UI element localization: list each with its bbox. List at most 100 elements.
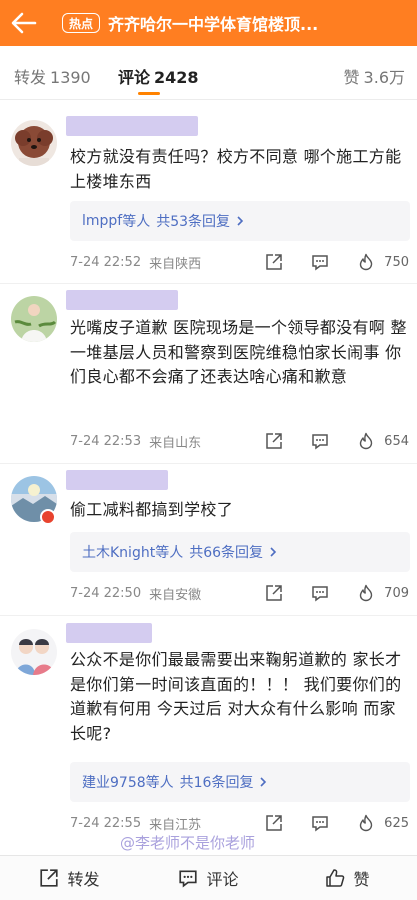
- tab-like[interactable]: 赞 3.6万: [344, 64, 405, 88]
- back-button[interactable]: [0, 0, 48, 46]
- username-redacted[interactable]: [66, 623, 152, 643]
- like-button[interactable]: [352, 252, 380, 272]
- tab-comment-count: 2428: [154, 68, 199, 87]
- watermark: @李老师不是你老师: [120, 834, 256, 852]
- hot-badge: 热点: [62, 13, 101, 33]
- reply-count[interactable]: 共16条回复: [180, 772, 254, 792]
- chevron-right-icon: [269, 546, 277, 558]
- flame-like-icon: [359, 432, 373, 450]
- tab-like-label: 赞: [343, 68, 360, 87]
- username-redacted[interactable]: [66, 290, 178, 310]
- username-redacted[interactable]: [66, 470, 168, 490]
- active-tab-indicator: [138, 92, 160, 95]
- illustration-avatar-icon: [11, 629, 57, 675]
- like-post-button[interactable]: 赞: [278, 856, 417, 900]
- share-icon: [266, 433, 282, 449]
- tab-like-count: 3.6万: [363, 68, 405, 87]
- bottom-action-bar: 转发 评论 赞: [0, 855, 417, 900]
- repost-label: 转发: [67, 870, 100, 889]
- reply-button[interactable]: [306, 252, 334, 272]
- comment-button[interactable]: 评论: [139, 856, 278, 900]
- comment-icon: [312, 434, 328, 450]
- reply-etc: 等人: [145, 775, 174, 791]
- flame-like-icon: [359, 584, 373, 602]
- share-icon: [266, 815, 282, 831]
- comment-actions: 625: [260, 813, 409, 833]
- comment-text: 光嘴皮子道歉 医院现场是一个领导都没有啊 整一堆基层人员和警察到医院维稳怕家长闹…: [70, 318, 407, 386]
- tab-comment[interactable]: 评论 2428: [118, 64, 199, 88]
- share-button[interactable]: [260, 583, 288, 603]
- arrow-left-icon: [11, 12, 37, 34]
- like-count: 750: [384, 254, 409, 270]
- share-icon: [40, 869, 59, 887]
- reply-button[interactable]: [306, 431, 334, 451]
- tab-comment-label: 评论: [118, 68, 151, 87]
- comment-icon: [312, 586, 328, 602]
- comment-location: 来自江苏: [149, 817, 202, 833]
- comment-time: 7-24 22:53: [70, 433, 142, 449]
- like-button[interactable]: [352, 813, 380, 833]
- comment-text: 偷工减料都搞到学校了: [70, 500, 234, 519]
- reply-etc: 等人: [155, 545, 184, 561]
- replies-preview[interactable]: 建业9758 等人 共16条回复: [70, 762, 410, 802]
- divider: [0, 615, 417, 616]
- reply-user[interactable]: 建业9758: [82, 772, 146, 792]
- share-icon: [266, 585, 282, 601]
- reply-user[interactable]: lmppf: [82, 213, 122, 229]
- comment-actions: 709: [260, 583, 409, 603]
- replies-preview[interactable]: 土木Knight 等人 共66条回复: [70, 532, 410, 572]
- comment-icon: [312, 255, 328, 271]
- share-button[interactable]: [260, 252, 288, 272]
- like-button[interactable]: [352, 431, 380, 451]
- divider: [0, 283, 417, 284]
- comment-actions: 654: [260, 431, 409, 451]
- tab-repost[interactable]: 转发 1390: [14, 64, 91, 88]
- comment-icon: [179, 870, 198, 888]
- tab-bar: 转发 1390 评论 2428 赞 3.6万: [0, 46, 417, 100]
- top-header: 热点 齐齐哈尔一中学体育馆楼顶...: [0, 0, 417, 46]
- avatar[interactable]: [11, 629, 57, 675]
- chevron-right-icon: [236, 215, 244, 227]
- flame-like-icon: [359, 253, 373, 271]
- chevron-right-icon: [259, 776, 267, 788]
- reply-user[interactable]: 土木Knight: [82, 542, 155, 562]
- comment-label: 评论: [206, 870, 239, 889]
- comment-actions: 750: [260, 252, 409, 272]
- verified-badge-icon: [40, 509, 56, 525]
- page-title[interactable]: 齐齐哈尔一中学体育馆楼顶...: [108, 11, 348, 35]
- like-button[interactable]: [352, 583, 380, 603]
- reply-etc: 等人: [122, 214, 151, 230]
- comment-location: 来自陕西: [149, 256, 202, 272]
- repost-button[interactable]: 转发: [0, 856, 139, 900]
- reply-count[interactable]: 共53条回复: [156, 211, 230, 231]
- reply-button[interactable]: [306, 813, 334, 833]
- replies-preview[interactable]: lmppf 等人 共53条回复: [70, 201, 410, 241]
- like-count: 654: [384, 433, 409, 449]
- avatar[interactable]: [11, 296, 57, 342]
- reply-count[interactable]: 共66条回复: [189, 542, 263, 562]
- poodle-avatar-icon: [11, 120, 57, 166]
- comment-location: 来自安徽: [149, 587, 202, 603]
- comment-time: 7-24 22:50: [70, 585, 142, 601]
- share-icon: [266, 254, 282, 270]
- username-redacted[interactable]: [66, 116, 198, 136]
- like-count: 625: [384, 815, 409, 831]
- comment-text: 校方就没有责任吗？校方不同意 哪个施工方能上楼堆东西: [70, 147, 402, 191]
- divider: [0, 463, 417, 464]
- reply-button[interactable]: [306, 583, 334, 603]
- comment-text: 公众不是你们最最需要出来鞠躬道歉的 家长才是你们第一时间该直面的！！！ 我们要你…: [70, 650, 402, 743]
- like-label: 赞: [353, 870, 370, 889]
- share-button[interactable]: [260, 813, 288, 833]
- like-count: 709: [384, 585, 409, 601]
- thumbs-up-icon: [326, 869, 345, 887]
- comment-location: 来自山东: [149, 435, 202, 451]
- flame-like-icon: [359, 814, 373, 832]
- avatar[interactable]: [11, 120, 57, 166]
- share-button[interactable]: [260, 431, 288, 451]
- tab-repost-count: 1390: [50, 68, 91, 87]
- tab-repost-label: 转发: [14, 68, 47, 87]
- comment-time: 7-24 22:52: [70, 254, 142, 270]
- photo-avatar-icon: [11, 296, 57, 342]
- comment-icon: [312, 816, 328, 832]
- comment-time: 7-24 22:55: [70, 815, 142, 831]
